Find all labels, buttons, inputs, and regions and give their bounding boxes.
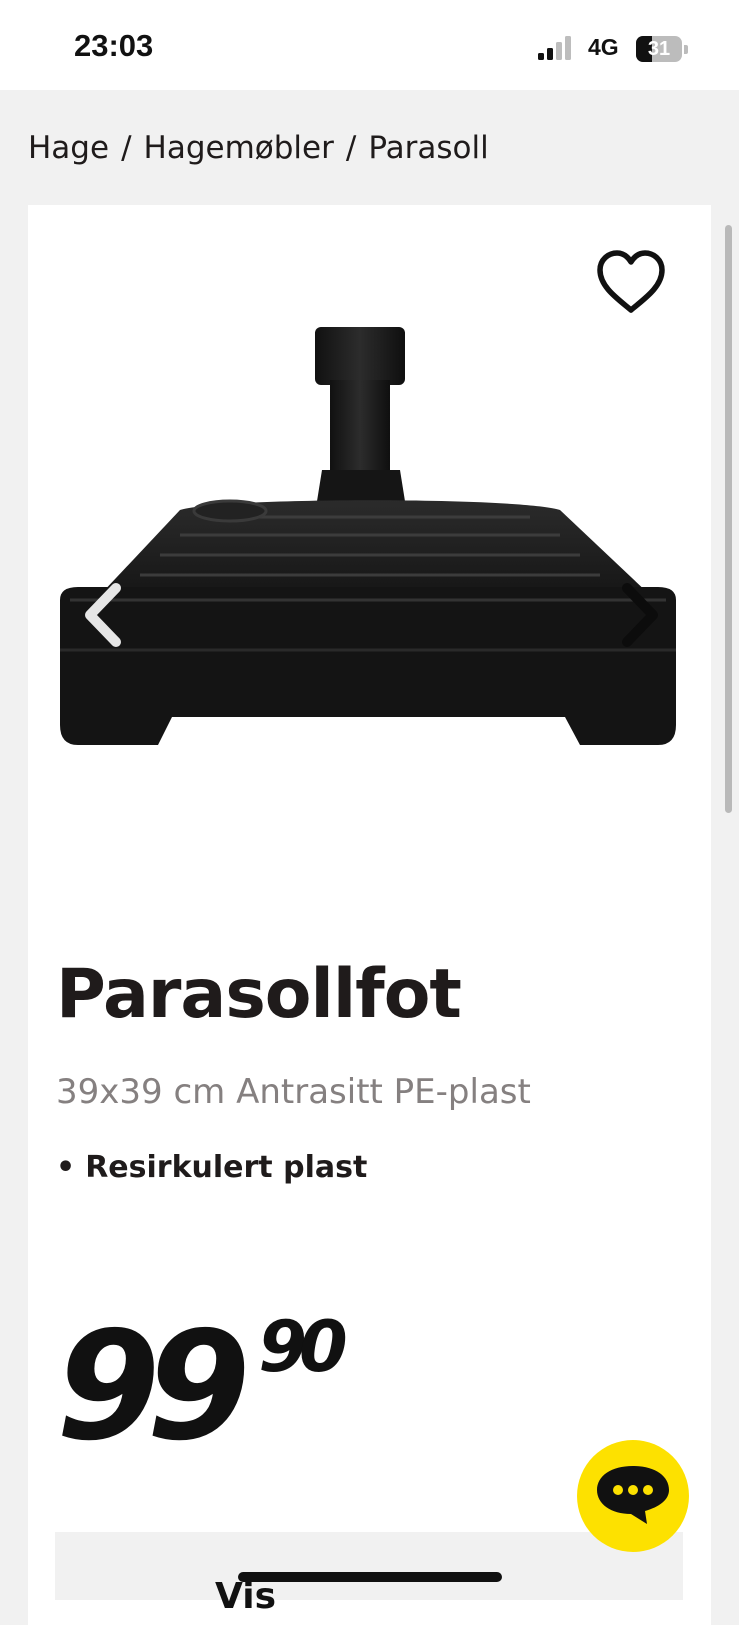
parasol-base-image <box>60 327 676 745</box>
chat-bubble-icon <box>597 1466 669 1524</box>
product-feature: • Resirkulert plast <box>56 1150 367 1185</box>
product-title: Parasollfot <box>56 955 462 1034</box>
signal-icon <box>538 36 571 60</box>
network-label: 4G <box>588 34 619 60</box>
scrollbar-thumb[interactable] <box>725 225 732 813</box>
bottom-panel: Vis <box>55 1532 683 1617</box>
breadcrumb-item-hagemobler[interactable]: Hagemøbler <box>144 130 334 166</box>
product-subtitle: 39x39 cm Antrasitt PE-plast <box>56 1072 531 1112</box>
battery-icon: 31 <box>636 36 688 62</box>
breadcrumb: Hage / Hagemøbler / Parasoll <box>28 130 489 166</box>
feature-text: Resirkulert plast <box>85 1150 368 1185</box>
price-main: 99 <box>56 1300 251 1474</box>
chevron-left-icon[interactable] <box>78 580 128 650</box>
status-bar: 23:03 4G 31 <box>0 0 739 90</box>
heart-icon[interactable] <box>596 250 666 316</box>
chat-button[interactable] <box>577 1440 689 1552</box>
status-time: 23:03 <box>74 28 154 63</box>
battery-level: 31 <box>647 38 671 60</box>
breadcrumb-separator: / <box>121 130 132 166</box>
feature-bullet: • <box>56 1150 76 1185</box>
bottom-panel-label[interactable]: Vis <box>215 1576 276 1617</box>
product-price: 99 90 <box>56 1300 348 1474</box>
home-indicator <box>238 1572 502 1582</box>
chevron-right-icon[interactable] <box>615 580 665 650</box>
battery-tip <box>684 45 688 54</box>
breadcrumb-separator: / <box>345 130 357 166</box>
breadcrumb-item-parasoll[interactable]: Parasoll <box>368 130 488 166</box>
breadcrumb-item-hage[interactable]: Hage <box>28 130 109 166</box>
price-cents: 90 <box>258 1306 347 1388</box>
